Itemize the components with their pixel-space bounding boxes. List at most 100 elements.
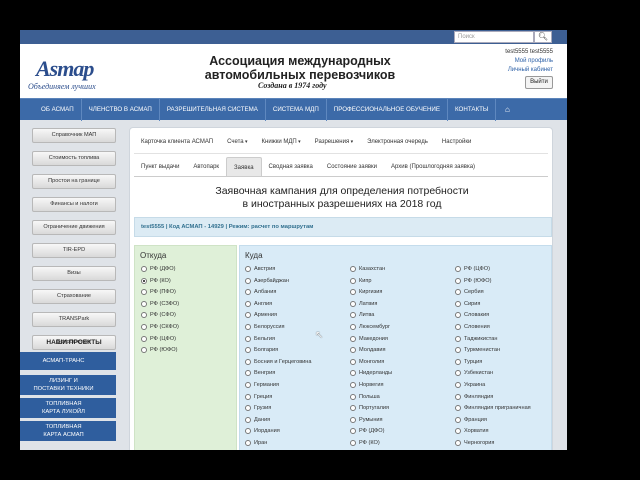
- radio-button[interactable]: [455, 277, 461, 284]
- from-option-3[interactable]: РФ (СЗФО): [141, 300, 179, 307]
- sidebar-item-4[interactable]: Ограничение движения: [32, 220, 116, 235]
- radio-button[interactable]: [245, 289, 251, 296]
- asmap-logo[interactable]: Asmap Объединяем лучших: [26, 52, 126, 96]
- to-option-1-15[interactable]: РФ (КО): [350, 440, 380, 446]
- subtab-3[interactable]: Сводная заявка: [262, 157, 320, 176]
- to-option-2-8[interactable]: Турция: [455, 358, 482, 365]
- radio-button[interactable]: [245, 324, 251, 330]
- radio-button[interactable]: [350, 312, 356, 319]
- sidebar-item-7[interactable]: Страхование: [32, 289, 116, 304]
- radio-button[interactable]: [141, 266, 147, 272]
- sidebar-item-2[interactable]: Простои на границе: [32, 174, 116, 189]
- to-option-0-1[interactable]: Азербайджан: [245, 277, 289, 284]
- sidebar-item-8[interactable]: TRANSPark: [32, 312, 116, 327]
- profile-link[interactable]: Мой профиль: [505, 57, 553, 66]
- project-button-2[interactable]: ТОПЛИВНАЯ КАРТА ЛУКОЙЛ: [20, 398, 116, 418]
- sidebar-item-1[interactable]: Стоимость топлива: [32, 151, 116, 166]
- nav-item-4[interactable]: ПРОФЕССИОНАЛЬНОЕ ОБУЧЕНИЕ: [327, 98, 448, 121]
- tab-1[interactable]: Счета: [220, 134, 254, 150]
- radio-button[interactable]: [350, 347, 356, 354]
- to-option-0-8[interactable]: Босния и Герцеговина: [245, 358, 312, 365]
- radio-button[interactable]: [350, 393, 356, 400]
- to-option-2-14[interactable]: Хорватия: [455, 428, 489, 435]
- nav-item-5[interactable]: КОНТАКТЫ: [448, 98, 497, 121]
- radio-button[interactable]: [245, 266, 251, 272]
- to-option-2-11[interactable]: Финляндия: [455, 393, 493, 400]
- to-option-1-4[interactable]: Литва: [350, 312, 374, 319]
- to-option-2-9[interactable]: Узбекистан: [455, 370, 493, 377]
- subtab-0[interactable]: Пункт выдачи: [134, 157, 186, 176]
- radio-button[interactable]: [455, 393, 461, 400]
- radio-button[interactable]: [350, 370, 356, 377]
- sidebar-item-3[interactable]: Финансы и налоги: [32, 197, 116, 212]
- subtab-2[interactable]: Заявка: [226, 157, 262, 176]
- to-option-0-4[interactable]: Армения: [245, 312, 277, 319]
- tab-5[interactable]: Настройки: [435, 134, 478, 150]
- tab-4[interactable]: Электронная очередь: [360, 134, 435, 150]
- cabinet-link[interactable]: Личный кабинет: [505, 66, 553, 75]
- radio-button[interactable]: [455, 312, 461, 319]
- radio-button[interactable]: [455, 405, 461, 412]
- radio-button[interactable]: [350, 266, 356, 272]
- search-input[interactable]: Поиск: [454, 31, 534, 43]
- project-button-1[interactable]: ЛИЗИНГ И ПОСТАВКИ ТЕХНИКИ: [20, 375, 116, 395]
- to-option-1-2[interactable]: Киргизия: [350, 289, 382, 296]
- radio-button[interactable]: [350, 428, 356, 435]
- radio-button[interactable]: [455, 300, 461, 307]
- to-option-0-12[interactable]: Грузия: [245, 405, 271, 412]
- from-option-6[interactable]: РФ (ЦФО): [141, 335, 176, 342]
- from-option-7[interactable]: РФ (ЮФО): [141, 347, 177, 354]
- from-option-5[interactable]: РФ (СКФО): [141, 324, 179, 330]
- radio-button[interactable]: [350, 277, 356, 284]
- tab-3[interactable]: Разрешения: [308, 134, 360, 150]
- to-option-1-3[interactable]: Латвия: [350, 300, 377, 307]
- radio-button[interactable]: [455, 440, 461, 446]
- radio-button[interactable]: [455, 370, 461, 377]
- to-option-2-7[interactable]: Туркменистан: [455, 347, 500, 354]
- to-option-0-0[interactable]: Австрия: [245, 266, 275, 272]
- from-option-0[interactable]: РФ (ДФО): [141, 266, 175, 272]
- tab-0[interactable]: Карточка клиента АСМАП: [134, 134, 220, 150]
- to-option-2-12[interactable]: Финляндия приграничная: [455, 405, 531, 412]
- radio-button[interactable]: [245, 428, 251, 435]
- to-option-2-6[interactable]: Таджикистан: [455, 335, 497, 342]
- to-option-1-10[interactable]: Норвегия: [350, 382, 383, 388]
- tab-2[interactable]: Книжки МДП: [255, 134, 308, 150]
- radio-button[interactable]: [455, 347, 461, 354]
- radio-button[interactable]: [245, 335, 251, 342]
- nav-item-3[interactable]: СИСТЕМА МДП: [266, 98, 327, 121]
- radio-button[interactable]: [350, 416, 356, 423]
- sidebar-item-6[interactable]: Визы: [32, 266, 116, 281]
- logout-button[interactable]: Выйти: [525, 76, 553, 89]
- radio-button[interactable]: [245, 277, 251, 284]
- to-option-2-5[interactable]: Словения: [455, 324, 490, 330]
- radio-button[interactable]: [455, 266, 461, 272]
- to-option-2-3[interactable]: Сирия: [455, 300, 480, 307]
- radio-button[interactable]: [350, 358, 356, 365]
- radio-button[interactable]: [350, 289, 356, 296]
- to-option-1-1[interactable]: Кипр: [350, 277, 372, 284]
- from-option-4[interactable]: РФ (СФО): [141, 312, 176, 319]
- radio-button[interactable]: [245, 405, 251, 412]
- to-option-1-5[interactable]: Люксембург: [350, 324, 390, 330]
- radio-button[interactable]: [350, 300, 356, 307]
- to-option-1-11[interactable]: Польша: [350, 393, 380, 400]
- to-option-1-9[interactable]: Нидерланды: [350, 370, 392, 377]
- subtab-1[interactable]: Автопарк: [186, 157, 226, 176]
- to-option-0-14[interactable]: Иордания: [245, 428, 280, 435]
- radio-button[interactable]: [245, 300, 251, 307]
- radio-button[interactable]: [455, 335, 461, 342]
- nav-item-2[interactable]: РАЗРЕШИТЕЛЬНАЯ СИСТЕМА: [160, 98, 266, 121]
- radio-button[interactable]: [455, 289, 461, 296]
- radio-button[interactable]: [245, 382, 251, 388]
- radio-button[interactable]: [141, 277, 147, 284]
- to-option-1-6[interactable]: Македония: [350, 335, 388, 342]
- to-option-2-1[interactable]: РФ (ЮФО): [455, 277, 491, 284]
- radio-button[interactable]: [350, 382, 356, 388]
- to-option-2-13[interactable]: Франция: [455, 416, 487, 423]
- from-option-1[interactable]: РФ (КО): [141, 277, 171, 284]
- to-option-2-2[interactable]: Сербия: [455, 289, 484, 296]
- radio-button[interactable]: [141, 324, 147, 330]
- to-option-1-12[interactable]: Португалия: [350, 405, 389, 412]
- radio-button[interactable]: [141, 347, 147, 354]
